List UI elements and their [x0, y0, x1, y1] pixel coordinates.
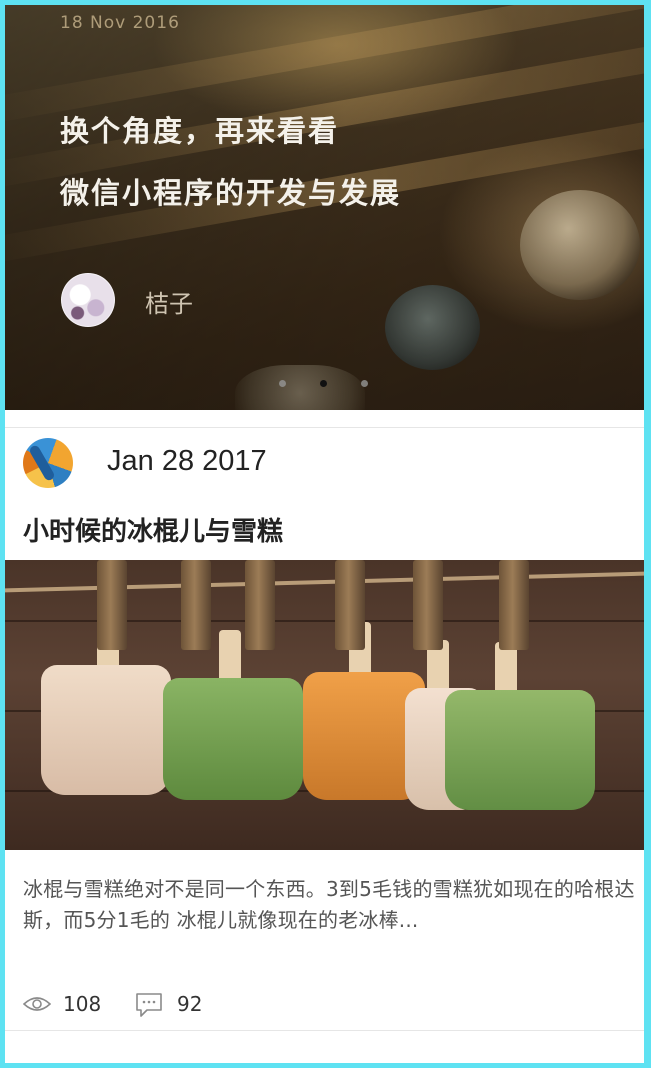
featured-banner[interactable]: 18 Nov 2016 换个角度，再来看看 微信小程序的开发与发展 桔子	[5, 5, 644, 410]
author-avatar[interactable]	[61, 273, 115, 327]
banner-date: 18 Nov 2016	[60, 13, 180, 33]
image-decor	[97, 560, 127, 650]
carousel-dot[interactable]	[361, 380, 368, 387]
post-title[interactable]: 小时候的冰棍儿与雪糕	[23, 511, 283, 548]
divider	[5, 427, 644, 428]
comment-icon[interactable]	[135, 992, 163, 1018]
post-excerpt: 冰棍与雪糕绝对不是同一个东西。3到5毛钱的雪糕犹如现在的哈根达斯，而5分1毛的 …	[23, 877, 635, 932]
post-date: Jan 28 2017	[107, 445, 267, 477]
carousel-pagination	[5, 380, 644, 390]
image-decor	[163, 678, 303, 800]
image-decor	[413, 560, 443, 650]
avatar-decor	[28, 444, 56, 482]
image-decor	[245, 560, 275, 650]
carousel-dot[interactable]	[279, 380, 286, 387]
post-cover-image[interactable]	[5, 560, 644, 850]
views-count: 108	[63, 992, 102, 1016]
image-decor	[335, 560, 365, 650]
banner-title-line2[interactable]: 微信小程序的开发与发展	[60, 170, 401, 212]
eye-icon	[23, 997, 51, 1011]
image-decor	[41, 665, 171, 795]
post-author-avatar[interactable]	[23, 438, 73, 488]
image-decor	[499, 560, 529, 650]
banner-author-name[interactable]: 桔子	[145, 284, 193, 319]
divider	[5, 1030, 644, 1031]
app-frame: 18 Nov 2016 换个角度，再来看看 微信小程序的开发与发展 桔子 Jan…	[5, 5, 644, 1063]
image-decor	[181, 560, 211, 650]
comments-count: 92	[177, 992, 203, 1016]
carousel-dot-active[interactable]	[320, 380, 327, 387]
image-decor	[445, 690, 595, 810]
banner-title-line1[interactable]: 换个角度，再来看看	[60, 108, 339, 150]
